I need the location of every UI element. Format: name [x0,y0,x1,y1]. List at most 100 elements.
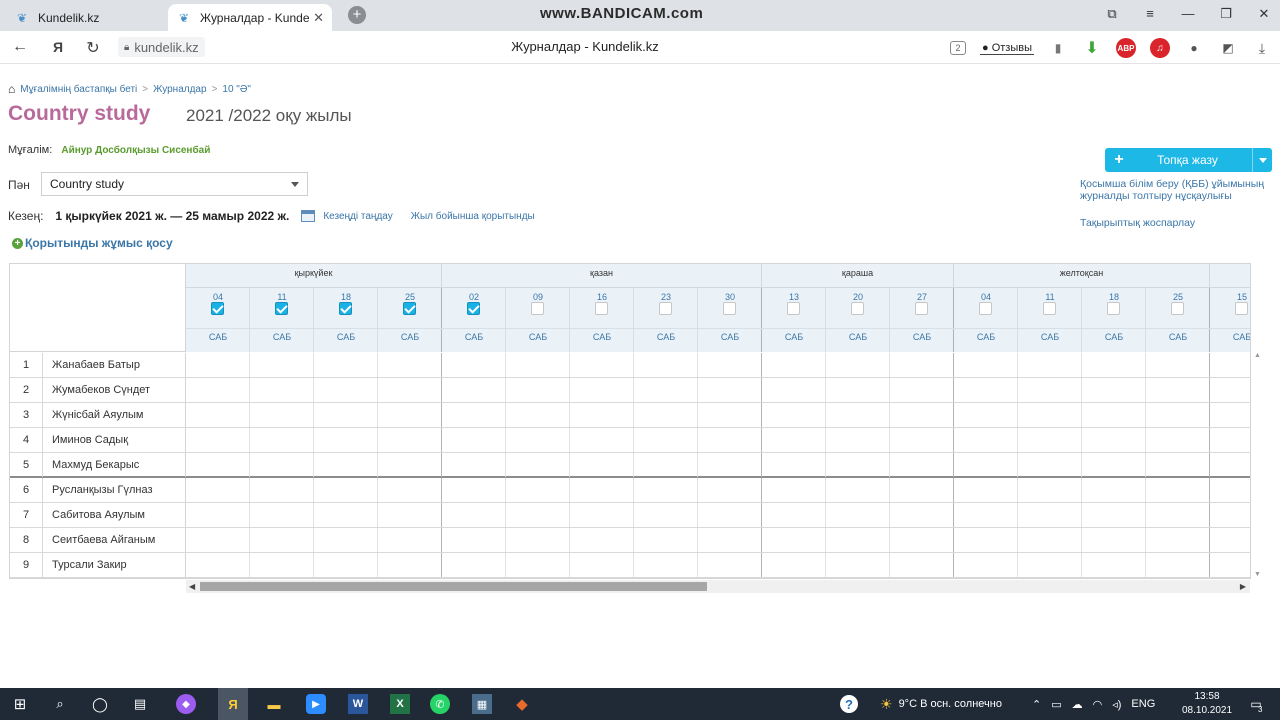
grade-cell[interactable] [1210,428,1250,452]
choose-period-link[interactable]: Кезеңді таңдау [323,211,392,222]
windows-start-icon[interactable]: ⊞ [10,694,30,714]
lesson-checkbox[interactable] [851,302,864,315]
grade-cell[interactable] [378,353,442,377]
grade-cell[interactable] [250,503,314,527]
grade-cell[interactable] [762,428,826,452]
scroll-left-icon[interactable]: ◀ [189,580,195,593]
lesson-checkbox[interactable] [1107,302,1120,315]
grade-cell[interactable] [762,403,826,427]
subject-select[interactable]: Country study [41,172,308,196]
student-name[interactable]: Жүнісбай Аяулым [44,403,186,427]
grade-cell[interactable] [890,453,954,477]
download-arrow-icon[interactable]: ⬇ [1082,38,1102,58]
grade-cell[interactable] [698,378,762,402]
grade-cell[interactable] [186,503,250,527]
work-type-link[interactable]: САБ [826,328,890,352]
grade-cell[interactable] [634,503,698,527]
file-explorer-icon[interactable]: ▬ [264,694,284,714]
grade-cell[interactable] [186,378,250,402]
teacher-name[interactable]: Айнур Досболқызы Сисенбай [61,145,210,156]
lesson-checkbox[interactable] [531,302,544,315]
lesson-checkbox[interactable] [659,302,672,315]
lesson-date-link[interactable]: 16 [570,292,634,302]
work-type-link[interactable]: САБ [250,328,314,352]
minimize-icon[interactable]: — [1180,6,1196,22]
grade-cell[interactable] [442,553,506,577]
lesson-checkbox[interactable] [1043,302,1056,315]
grade-cell[interactable] [1018,528,1082,552]
notifications-icon[interactable]: ▭ [1246,694,1266,714]
grade-cell[interactable] [826,378,890,402]
breadcrumb-teacher-home[interactable]: Мұғалімнің бастапқы беті [20,84,137,95]
grade-cell[interactable] [250,553,314,577]
grade-cell[interactable] [1018,553,1082,577]
grade-cell[interactable] [954,428,1018,452]
scroll-down-icon[interactable]: ▼ [1254,571,1261,578]
grade-cell[interactable] [1018,453,1082,477]
new-tab-icon[interactable]: + [348,6,366,24]
calculator-icon[interactable]: ▦ [472,694,492,714]
lesson-checkbox[interactable] [979,302,992,315]
grade-cell[interactable] [634,528,698,552]
weather-widget[interactable]: ☀ 9°C В осн. солнечно [880,688,1002,720]
grade-cell[interactable] [1018,478,1082,502]
grade-cell[interactable] [890,353,954,377]
downloads-icon[interactable]: ⤓ [1252,38,1272,58]
grade-cell[interactable] [1018,503,1082,527]
lesson-date-link[interactable]: 09 [506,292,570,302]
grade-cell[interactable] [954,403,1018,427]
extension-puzzle-icon[interactable]: ◩ [1218,38,1238,58]
grade-cell[interactable] [250,378,314,402]
lesson-date-link[interactable]: 27 [890,292,954,302]
grade-cell[interactable] [826,353,890,377]
lesson-date-link[interactable]: 13 [762,292,826,302]
grade-cell[interactable] [1210,403,1250,427]
grade-cell[interactable] [634,353,698,377]
grade-cell[interactable] [890,403,954,427]
work-type-link[interactable]: САБ [186,328,250,352]
grade-cell[interactable] [1146,553,1210,577]
grade-cell[interactable] [762,378,826,402]
work-type-link[interactable]: САБ [762,328,826,352]
grade-cell[interactable] [506,478,570,502]
grade-cell[interactable] [314,478,378,502]
browser-tab-journals[interactable]: ❦ Журналдар - Kundelik.k ✕ [168,4,332,31]
lesson-checkbox[interactable] [467,302,480,315]
grade-cell[interactable] [250,478,314,502]
grade-cell[interactable] [378,403,442,427]
grade-cell[interactable] [314,453,378,477]
vertical-scrollbar[interactable]: ▲ ▼ [1252,352,1262,578]
grade-cell[interactable] [826,453,890,477]
lesson-date-link[interactable]: 18 [1082,292,1146,302]
grade-cell[interactable] [506,378,570,402]
grade-cell[interactable] [314,403,378,427]
grade-cell[interactable] [698,403,762,427]
grade-cell[interactable] [314,553,378,577]
grade-cell[interactable] [442,403,506,427]
grade-cell[interactable] [698,353,762,377]
lesson-date-link[interactable]: 04 [954,292,1018,302]
grade-cell[interactable] [698,528,762,552]
grade-cell[interactable] [186,353,250,377]
feedback-button[interactable]: ● Отзывы [980,42,1034,55]
menu-icon[interactable]: ≡ [1142,6,1158,22]
grade-cell[interactable] [1082,428,1146,452]
lesson-date-link[interactable]: 18 [314,292,378,302]
bookmark-icon[interactable]: ▮ [1048,38,1068,58]
grade-cell[interactable] [1082,478,1146,502]
grade-cell[interactable] [634,453,698,477]
thematic-plan-link[interactable]: Тақырыптық жоспарлау [1080,217,1276,229]
grade-cell[interactable] [698,428,762,452]
lesson-checkbox[interactable] [339,302,352,315]
lesson-date-link[interactable]: 11 [1018,292,1082,302]
grade-cell[interactable] [1146,503,1210,527]
grade-cell[interactable] [1146,478,1210,502]
grade-cell[interactable] [698,478,762,502]
grade-cell[interactable] [1146,528,1210,552]
grade-cell[interactable] [570,528,634,552]
restore-icon[interactable]: ❐ [1218,6,1234,22]
grade-cell[interactable] [1082,528,1146,552]
grade-cell[interactable] [1146,353,1210,377]
work-type-link[interactable]: САБ [954,328,1018,352]
lesson-date-link[interactable]: 15 [1210,292,1250,302]
